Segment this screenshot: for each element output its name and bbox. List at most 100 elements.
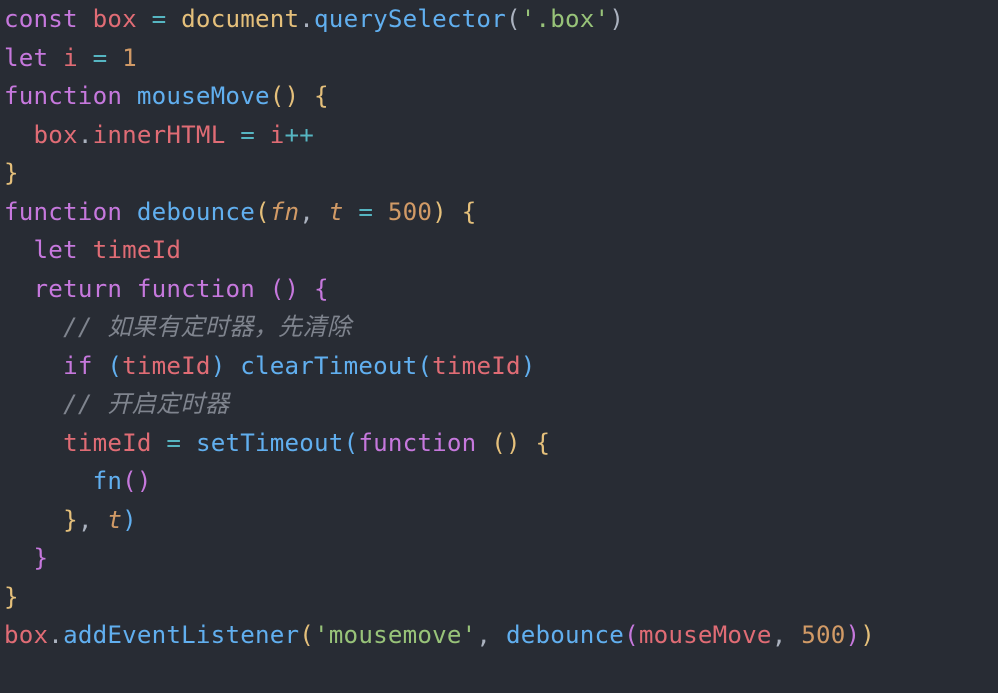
code-token: function — [358, 429, 491, 457]
code-token — [521, 429, 536, 457]
code-token: querySelector — [314, 5, 506, 33]
code-token: function — [4, 198, 137, 226]
code-token: addEventListener — [63, 621, 299, 649]
indent — [4, 506, 63, 534]
code-token: , — [299, 198, 329, 226]
code-token: 500 — [801, 621, 845, 649]
code-token — [447, 198, 462, 226]
code-token: = — [240, 121, 255, 149]
code-token — [225, 121, 240, 149]
code-token: mouseMove — [639, 621, 772, 649]
code-token: ) — [137, 467, 152, 495]
code-token: fn — [93, 467, 123, 495]
code-token: ) — [521, 352, 536, 380]
code-token: timeId — [93, 236, 182, 264]
code-token: { — [314, 82, 329, 110]
code-line[interactable]: } — [4, 544, 48, 572]
code-token: function — [137, 275, 270, 303]
code-token: box — [4, 621, 48, 649]
code-token: debounce — [506, 621, 624, 649]
code-token: ) — [846, 621, 861, 649]
code-token: box — [93, 5, 137, 33]
code-token: 1 — [122, 44, 137, 72]
code-line[interactable]: box.addEventListener('mousemove', deboun… — [4, 621, 875, 649]
code-token: = — [166, 429, 181, 457]
code-token: . — [48, 621, 63, 649]
code-token: { — [314, 275, 329, 303]
code-line[interactable]: if (timeId) clearTimeout(timeId) — [4, 352, 536, 380]
code-token: ( — [491, 429, 506, 457]
code-token: 500 — [388, 198, 432, 226]
code-token: . — [78, 121, 93, 149]
indent — [4, 390, 63, 418]
code-token: } — [4, 159, 19, 187]
code-token: timeId — [432, 352, 521, 380]
code-token: , — [772, 621, 802, 649]
code-line[interactable]: let timeId — [4, 236, 181, 264]
code-token — [299, 275, 314, 303]
indent — [4, 467, 93, 495]
code-line[interactable]: function debounce(fn, t = 500) { — [4, 198, 476, 226]
code-token: t — [329, 198, 344, 226]
code-token: { — [535, 429, 550, 457]
code-line[interactable]: return function () { — [4, 275, 329, 303]
code-token: t — [107, 506, 122, 534]
indent — [4, 121, 34, 149]
code-token: ( — [122, 467, 137, 495]
code-token — [225, 352, 240, 380]
code-token: ( — [344, 429, 359, 457]
code-line[interactable]: } — [4, 583, 19, 611]
code-line[interactable]: let i = 1 — [4, 44, 137, 72]
code-line[interactable]: fn() — [4, 467, 152, 495]
code-line[interactable]: // 如果有定时器，先清除 — [4, 313, 351, 341]
code-token — [373, 198, 388, 226]
code-token: ( — [506, 5, 521, 33]
code-token: ) — [122, 506, 137, 534]
code-token: clearTimeout — [240, 352, 417, 380]
code-token: let — [4, 44, 63, 72]
code-token: { — [462, 198, 477, 226]
indent — [4, 429, 63, 457]
indent — [4, 275, 34, 303]
code-line[interactable]: timeId = setTimeout(function () { — [4, 429, 550, 457]
code-token: i — [63, 44, 78, 72]
code-token: = — [358, 198, 373, 226]
code-token: } — [34, 544, 49, 572]
code-token — [181, 429, 196, 457]
code-token: , — [78, 506, 108, 534]
indent — [4, 313, 63, 341]
code-token: // 如果有定时器，先清除 — [63, 313, 351, 341]
code-token: ( — [270, 82, 285, 110]
code-token: = — [152, 5, 167, 33]
code-token — [152, 429, 167, 457]
code-token: let — [34, 236, 93, 264]
code-token: ) — [506, 429, 521, 457]
code-line[interactable]: const box = document.querySelector('.box… — [4, 5, 624, 33]
code-token — [299, 82, 314, 110]
code-token — [166, 5, 181, 33]
code-token: } — [63, 506, 78, 534]
indent — [4, 544, 34, 572]
code-token: const — [4, 5, 93, 33]
code-token: ( — [417, 352, 432, 380]
code-line[interactable]: function mouseMove() { — [4, 82, 329, 110]
code-token: mouseMove — [137, 82, 270, 110]
code-token: ( — [270, 275, 285, 303]
code-editor-content[interactable]: const box = document.querySelector('.box… — [0, 0, 998, 655]
code-token: if — [63, 352, 107, 380]
code-token: function — [4, 82, 137, 110]
code-token: ( — [107, 352, 122, 380]
code-token — [137, 5, 152, 33]
code-token: timeId — [122, 352, 211, 380]
code-token: setTimeout — [196, 429, 344, 457]
code-line[interactable]: // 开启定时器 — [4, 390, 229, 418]
code-token: box — [34, 121, 78, 149]
code-line[interactable]: }, t) — [4, 506, 137, 534]
code-token: ( — [624, 621, 639, 649]
code-token: ) — [432, 198, 447, 226]
code-line[interactable]: box.innerHTML = i++ — [4, 121, 314, 149]
code-token: ) — [211, 352, 226, 380]
code-token — [344, 198, 359, 226]
code-token — [78, 44, 93, 72]
code-line[interactable]: } — [4, 159, 19, 187]
